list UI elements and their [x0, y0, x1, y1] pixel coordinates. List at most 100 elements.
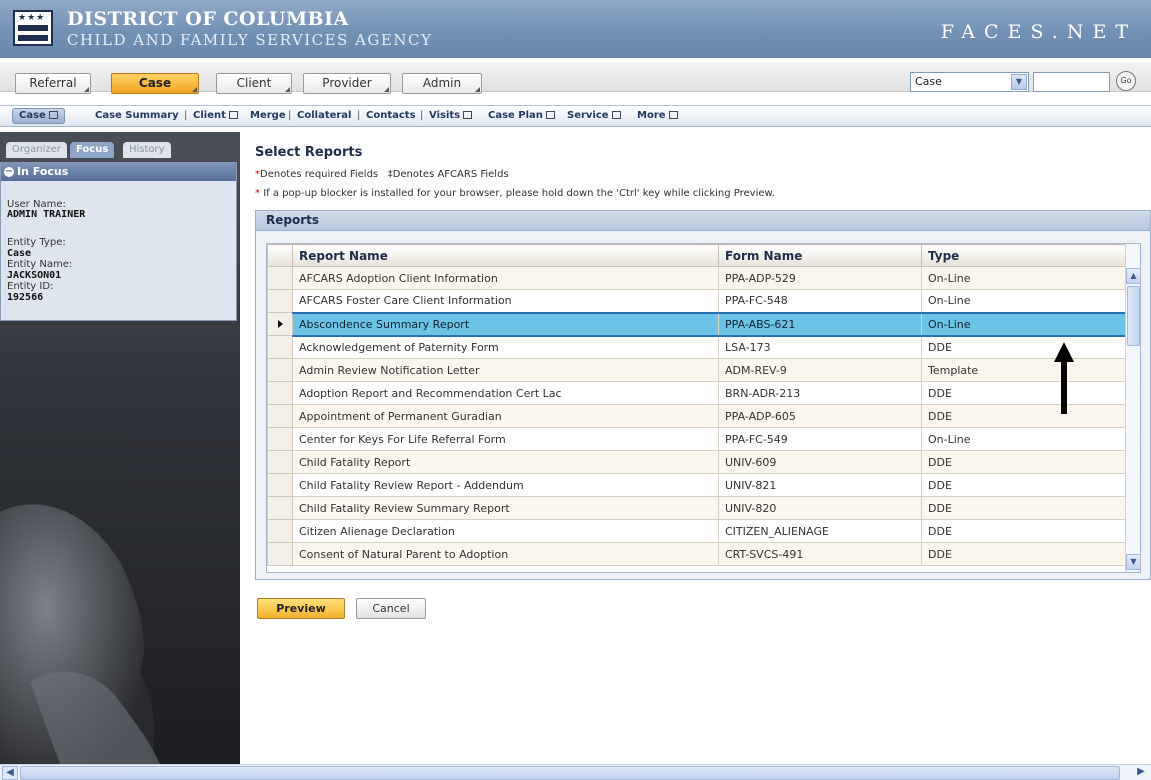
reports-panel-title: Reports	[256, 211, 1150, 231]
cell-report-name: Consent of Natural Parent to Adoption	[292, 542, 719, 566]
tab-organizer[interactable]: Organizer	[6, 142, 67, 158]
horizontal-scroll-thumb[interactable]	[20, 766, 1120, 780]
row-selector[interactable]	[267, 289, 293, 313]
cell-form-name: BRN-ADR-213	[718, 381, 922, 405]
preview-button[interactable]: Preview	[257, 598, 345, 619]
cancel-button[interactable]: Cancel	[356, 598, 426, 619]
collapse-icon[interactable]: −	[4, 167, 14, 177]
table-row[interactable]: Child Fatality Review Summary Report UNIV…	[267, 496, 1128, 520]
table-row[interactable]: Adoption Report and Recommendation Cert …	[267, 381, 1128, 405]
tab-admin[interactable]: Admin	[402, 73, 482, 94]
row-selector[interactable]	[267, 312, 293, 336]
in-focus-box: − In Focus User Name: ADMIN TRAINER Enti…	[0, 162, 237, 321]
subnav-more[interactable]: More	[637, 110, 678, 121]
tab-referral[interactable]: Referral	[15, 73, 91, 94]
dc-flag-logo: ★★★	[13, 10, 53, 46]
cell-form-name: UNIV-821	[718, 473, 922, 497]
submenu-icon	[545, 111, 555, 119]
table-row[interactable]: Appointment of Permanent Guradian PPA-ADP…	[267, 404, 1128, 428]
vertical-scrollbar[interactable]: ▲ ▼	[1125, 244, 1140, 572]
search-input[interactable]	[1033, 72, 1110, 92]
subnav-client[interactable]: Client	[193, 110, 238, 121]
column-header-report-name[interactable]: Report Name	[292, 244, 719, 267]
scroll-down-icon[interactable]: ▼	[1126, 554, 1140, 570]
scroll-right-icon[interactable]: ▶	[1133, 766, 1149, 780]
table-row[interactable]: Citizen Alienage Declaration CITIZEN_ALIE…	[267, 519, 1128, 543]
cell-report-name: AFCARS Foster Care Client Information	[292, 289, 719, 313]
in-focus-header[interactable]: − In Focus	[1, 163, 236, 181]
cell-type: DDE	[921, 496, 1128, 520]
subnav-case[interactable]: Case	[12, 108, 65, 124]
cell-form-name: CRT-SVCS-491	[718, 542, 922, 566]
cell-form-name: UNIV-609	[718, 450, 922, 474]
row-pointer-icon	[277, 319, 283, 328]
column-header-form-name[interactable]: Form Name	[718, 244, 922, 267]
cell-report-name: Child Fatality Review Summary Report	[292, 496, 719, 520]
table-row[interactable]: Acknowledgement of Paternity Form LSA-173…	[267, 335, 1128, 359]
user-name-value: ADMIN TRAINER	[7, 209, 86, 220]
entity-id-value: 192566	[7, 292, 44, 303]
scroll-left-icon[interactable]: ◀	[2, 766, 18, 780]
cell-form-name: PPA-ABS-621	[718, 311, 922, 337]
up-arrow-annotation	[1054, 342, 1074, 414]
row-selector[interactable]	[267, 473, 293, 497]
cell-report-name: Citizen Alienage Declaration	[292, 519, 719, 543]
subnav-collateral[interactable]: Collateral	[297, 110, 351, 121]
cell-type: DDE	[921, 450, 1128, 474]
table-row[interactable]: Center for Keys For Life Referral Form PP…	[267, 427, 1128, 451]
cell-report-name: Appointment of Permanent Guradian	[292, 404, 719, 428]
row-selector[interactable]	[267, 496, 293, 520]
reports-grid: Report Name Form Name Type AFCARS Adopti…	[266, 243, 1141, 573]
cell-report-name: Adoption Report and Recommendation Cert …	[292, 381, 719, 405]
table-row[interactable]: Child Fatality Report UNIV-609 DDE	[267, 450, 1128, 474]
row-selector[interactable]	[267, 450, 293, 474]
cell-report-name: AFCARS Adoption Client Information	[292, 266, 719, 290]
table-row[interactable]: Consent of Natural Parent to Adoption CRT…	[267, 542, 1128, 566]
row-selector[interactable]	[267, 381, 293, 405]
subnav-case-summary[interactable]: Case Summary	[95, 110, 179, 121]
row-selector[interactable]	[267, 358, 293, 382]
subnav-merge[interactable]: Merge	[250, 110, 286, 121]
tab-focus[interactable]: Focus	[70, 142, 115, 158]
cell-report-name: Acknowledgement of Paternity Form	[292, 335, 719, 359]
table-row[interactable]: Abscondence Summary Report PPA-ABS-621 On-…	[267, 311, 1128, 337]
cell-form-name: PPA-FC-548	[718, 289, 922, 313]
table-row[interactable]: Child Fatality Review Report - Addendum U…	[267, 473, 1128, 497]
reports-panel: Reports Report Name Form Name Type AFCAR…	[255, 210, 1151, 580]
tab-provider[interactable]: Provider	[303, 73, 391, 94]
subnav-case-plan[interactable]: Case Plan	[488, 110, 555, 121]
row-header-corner	[267, 244, 293, 267]
entity-id-label: Entity ID:	[7, 281, 54, 292]
cell-type: DDE	[921, 519, 1128, 543]
subnav-contacts[interactable]: Contacts	[366, 110, 416, 121]
horizontal-scrollbar[interactable]: ◀ ▶	[0, 764, 1151, 780]
org-subtitle: CHILD AND FAMILY SERVICES AGENCY	[67, 31, 433, 49]
entity-name-value: JACKSON01	[7, 270, 62, 281]
submenu-icon	[228, 111, 238, 119]
go-button[interactable]: Go	[1116, 71, 1136, 91]
chevron-down-icon[interactable]: ▼	[1011, 74, 1027, 90]
tab-history[interactable]: History	[123, 142, 171, 158]
table-row[interactable]: Admin Review Notification Letter ADM-REV-…	[267, 358, 1128, 382]
table-row[interactable]: AFCARS Adoption Client Information PPA-AD…	[267, 266, 1128, 290]
cell-type: On-Line	[921, 266, 1128, 290]
row-selector[interactable]	[267, 266, 293, 290]
row-selector[interactable]	[267, 427, 293, 451]
search-scope-select[interactable]: Case ▼	[910, 72, 1029, 92]
sub-navigation: Case Case Summary | Client Merge | Colla…	[0, 105, 1151, 127]
tab-case[interactable]: Case	[111, 73, 199, 94]
row-selector[interactable]	[267, 335, 293, 359]
row-selector[interactable]	[267, 404, 293, 428]
subnav-visits[interactable]: Visits	[429, 110, 473, 121]
popup-note: * If a pop-up blocker is installed for y…	[255, 188, 775, 199]
cell-type: DDE	[921, 473, 1128, 497]
cell-report-name: Admin Review Notification Letter	[292, 358, 719, 382]
subnav-service[interactable]: Service	[567, 110, 621, 121]
tab-client[interactable]: Client	[216, 73, 292, 94]
row-selector[interactable]	[267, 519, 293, 543]
scroll-up-icon[interactable]: ▲	[1126, 268, 1140, 284]
table-row[interactable]: AFCARS Foster Care Client Information PPA…	[267, 289, 1128, 313]
column-header-type[interactable]: Type	[921, 244, 1128, 267]
row-selector[interactable]	[267, 542, 293, 566]
scroll-thumb[interactable]	[1127, 286, 1140, 346]
